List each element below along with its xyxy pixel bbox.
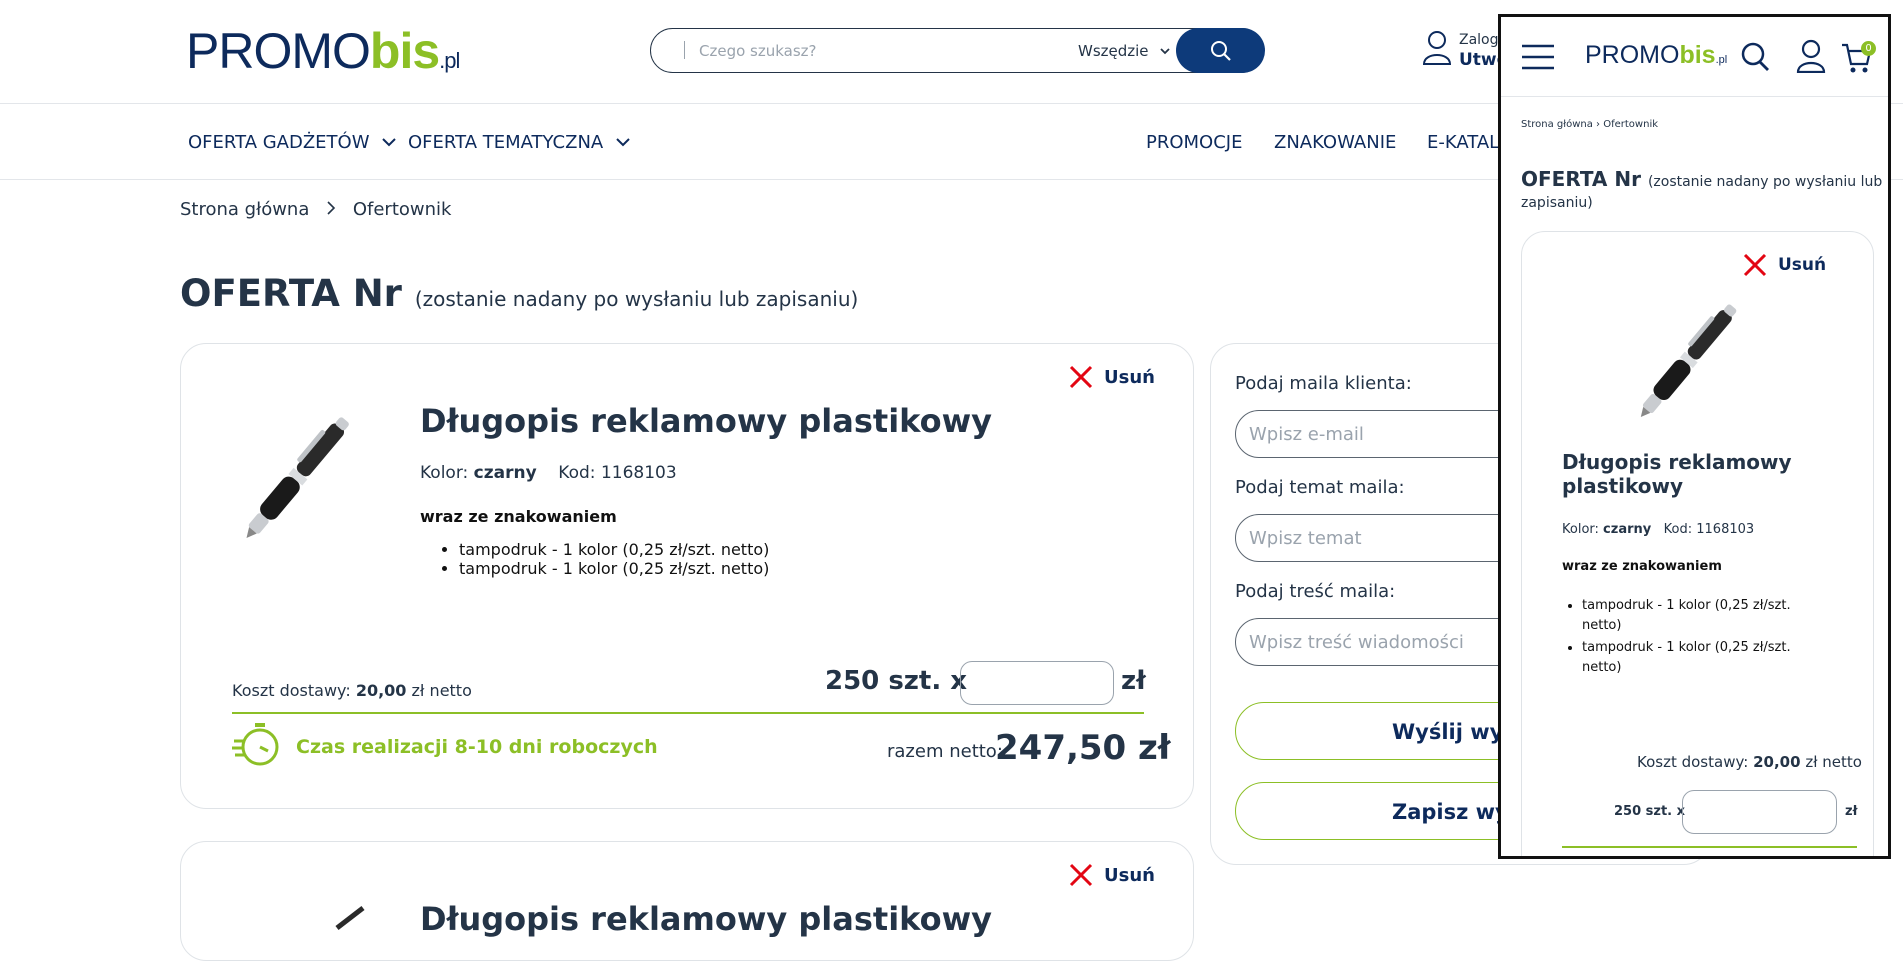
search-input[interactable]: Czego szukasz? (699, 42, 817, 60)
chevron-down-icon (382, 138, 396, 147)
product-color: czarny (473, 463, 537, 483)
search-button[interactable] (1176, 28, 1265, 73)
divider (232, 712, 1144, 714)
email-label: Podaj maila klienta: (1235, 373, 1412, 394)
breadcrumb-home[interactable]: Strona główna (1521, 119, 1593, 130)
product-card: Usuń Długopis reklamowy plastikowy Kolor… (180, 343, 1194, 809)
search-bar: Czego szukasz? Wszędzie (650, 28, 1265, 73)
total-label: razem netto: (887, 741, 1003, 762)
total-value: 247,50 zł (995, 728, 1171, 768)
mobile-preview: PROMObis.pl 0 Strona główna › Ofertownik… (1498, 14, 1891, 859)
marking-list: tampodruk - 1 kolor (0,25 zł/szt.netto) … (1582, 596, 1812, 678)
currency-label: zł (1845, 804, 1858, 819)
product-image[interactable] (221, 404, 371, 554)
quantity-text: 250 szt. x (1614, 804, 1686, 819)
shipping-cost: Koszt dostawy: 20,00 zł netto (232, 681, 472, 700)
text-cursor (684, 41, 685, 59)
nav-item-promocje[interactable]: PROMOCJE (1146, 132, 1242, 153)
mobile-page-title: OFERTA Nr (zostanie nadany po wysłaniu l… (1521, 167, 1883, 191)
nav-item-oferta-gadzetow[interactable]: OFERTA GADŻETÓW (188, 132, 397, 153)
search-icon (1210, 40, 1231, 61)
mobile-page-subtitle: zapisaniu) (1521, 195, 1593, 211)
product-name[interactable]: Długopis reklamowy plastikowy (420, 900, 992, 938)
shipping-cost: Koszt dostawy: 20,00 zł netto (1637, 753, 1862, 771)
product-card: Usuń Długopis reklamowy plastikowy (180, 841, 1194, 961)
product-code: 1168103 (600, 463, 677, 483)
breadcrumb-home[interactable]: Strona główna (180, 199, 309, 220)
currency-label: zł (1121, 666, 1146, 696)
page-title: OFERTA Nr (zostanie nadany po wysłaniu l… (180, 272, 859, 315)
mobile-breadcrumb: Strona główna › Ofertownik (1521, 119, 1659, 130)
marking-heading: wraz ze znakowaniem (420, 507, 617, 526)
marking-item: tampodruk - 1 kolor (0,25 zł/szt.netto) (1582, 638, 1812, 678)
product-image[interactable] (333, 902, 373, 932)
mobile-logo[interactable]: PROMObis.pl (1585, 41, 1727, 70)
divider (1562, 846, 1857, 848)
product-meta: Kolor: czarny Kod: 1168103 (420, 463, 677, 483)
breadcrumb-current[interactable]: Ofertownik (1603, 119, 1658, 130)
chevron-down-icon (616, 138, 630, 147)
mobile-product-card: Usuń Długopis reklamowy plastikowy Kolor:… (1521, 231, 1874, 856)
remove-button[interactable]: Usuń (1068, 364, 1155, 390)
menu-icon[interactable] (1521, 44, 1555, 70)
remove-button[interactable]: Usuń (1742, 252, 1826, 278)
mobile-header: PROMObis.pl 0 (1501, 17, 1888, 97)
price-input[interactable] (960, 661, 1114, 705)
price-input[interactable] (1682, 790, 1837, 834)
close-icon (1069, 365, 1093, 389)
chevron-right-icon (327, 201, 336, 215)
breadcrumb-current[interactable]: Ofertownik (353, 199, 452, 220)
lead-time: Czas realizacji 8-10 dni roboczych (296, 736, 658, 758)
marking-item: tampodruk - 1 kolor (0,25 zł/szt. netto) (459, 559, 769, 578)
user-icon[interactable] (1796, 39, 1826, 73)
nav-item-oferta-tematyczna[interactable]: OFERTA TEMATYCZNA (408, 132, 631, 153)
close-icon (1743, 253, 1767, 277)
cart-badge: 0 (1861, 41, 1876, 56)
product-name[interactable]: Długopis reklamowy plastikowy (420, 402, 992, 440)
chevron-down-icon (1160, 48, 1170, 55)
page-subtitle: (zostanie nadany po wysłaniu lub zapisan… (414, 287, 859, 311)
marking-item: tampodruk - 1 kolor (0,25 zł/szt. netto) (459, 540, 769, 559)
user-icon[interactable] (1422, 30, 1452, 66)
product-meta: Kolor: czarny Kod: 1168103 (1562, 522, 1755, 537)
product-image[interactable] (1617, 292, 1757, 432)
close-icon (1069, 863, 1093, 887)
marking-item: tampodruk - 1 kolor (0,25 zł/szt.netto) (1582, 596, 1812, 636)
body-label: Podaj treść maila: (1235, 581, 1396, 602)
stopwatch-icon (232, 723, 279, 766)
nav-item-znakowanie[interactable]: ZNAKOWANIE (1274, 132, 1396, 153)
quantity-text: 250 szt. x (825, 666, 968, 696)
breadcrumb: Strona główna Ofertownik (180, 199, 451, 220)
subject-label: Podaj temat maila: (1235, 477, 1405, 498)
marking-heading: wraz ze znakowaniem (1562, 559, 1722, 574)
search-icon[interactable] (1741, 41, 1771, 73)
marking-list: tampodruk - 1 kolor (0,25 zł/szt. netto)… (437, 540, 769, 578)
search-scope-label: Wszędzie (1078, 42, 1149, 60)
search-scope-select[interactable]: Wszędzie (1078, 42, 1171, 60)
remove-button[interactable]: Usuń (1068, 862, 1155, 888)
logo[interactable]: PROMObis.pl (186, 22, 460, 80)
product-name[interactable]: Długopis reklamowy plastikowy (1562, 450, 1792, 498)
